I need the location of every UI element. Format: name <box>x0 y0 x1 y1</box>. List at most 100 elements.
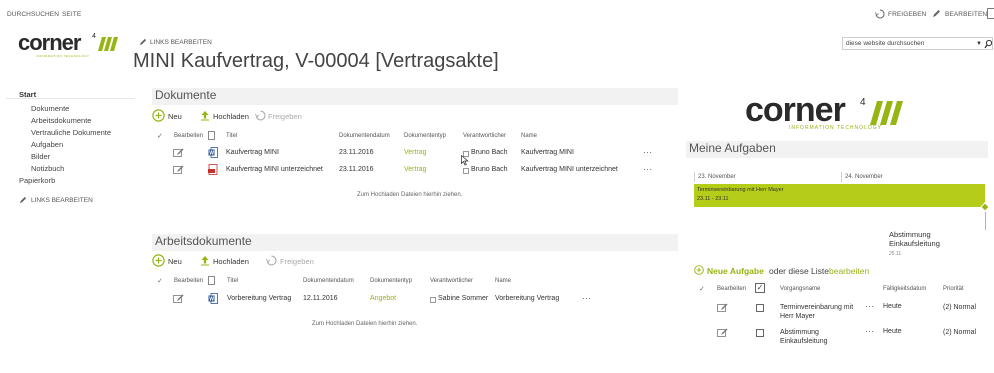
col-header-title[interactable]: Titel <box>226 133 237 139</box>
edit-item-icon[interactable] <box>173 165 184 175</box>
nav-item-papierkorb[interactable]: Papierkorb <box>19 176 55 185</box>
webpart-title[interactable]: Dokumente <box>155 88 216 102</box>
or-list-text: oder diese Liste <box>769 266 830 276</box>
page-tab[interactable]: SEITE <box>62 11 81 18</box>
site-logo[interactable]: corner 4 INFORMATION TECHNOLOGY <box>18 30 123 63</box>
add-icon[interactable] <box>152 254 165 267</box>
col-header-date[interactable]: Dokumentendatum <box>339 133 390 139</box>
new-document-button[interactable]: Neu <box>168 257 182 266</box>
webpart-title[interactable]: Arbeitsdokumente <box>155 234 252 248</box>
pencil-icon <box>139 38 147 48</box>
col-header-edit[interactable]: Bearbeiten <box>174 133 203 139</box>
share-document-button[interactable]: Freigeben <box>280 257 314 266</box>
presence-indicator[interactable] <box>463 168 469 174</box>
item-menu-button[interactable]: ··· <box>865 302 875 311</box>
col-header-type[interactable]: Dokumententyp <box>370 278 412 284</box>
upload-button[interactable]: Hochladen <box>213 112 249 121</box>
search-box[interactable]: diese website durchsuchen ▼ <box>842 37 993 50</box>
col-header-edit[interactable]: Bearbeiten <box>717 286 746 292</box>
edit-item-icon[interactable] <box>717 303 728 313</box>
file-type-icon[interactable] <box>208 131 215 140</box>
svg-text:W: W <box>209 297 214 303</box>
task-name-link[interactable]: Abstimmung Einkaufsleitung <box>780 328 860 346</box>
edit-item-icon[interactable] <box>173 294 184 304</box>
add-icon[interactable] <box>152 109 165 122</box>
nav-item-vertrauliche-dokumente[interactable]: Vertrauliche Dokumente <box>31 128 111 137</box>
item-menu-button[interactable]: ··· <box>582 294 592 303</box>
webpart-header-arbeitsdokumente: Arbeitsdokumente <box>152 234 678 251</box>
col-header-task-name[interactable]: Vorgangsname <box>780 286 820 292</box>
upload-button[interactable]: Hochladen <box>213 257 249 266</box>
task-name-link[interactable]: Terminvereinbarung mit Herr Mayer <box>780 303 860 321</box>
col-header-name[interactable]: Name <box>495 278 511 284</box>
document-title-link[interactable]: Vorbereitung Vertrag <box>227 295 291 302</box>
col-header-owner[interactable]: Verantwortlicher <box>463 133 506 139</box>
pdf-document-icon <box>208 164 218 175</box>
col-header-owner[interactable]: Verantwortlicher <box>430 278 473 284</box>
new-task-link[interactable]: Neue Aufgabe <box>707 266 764 276</box>
document-date: 23.11.2016 <box>339 166 374 173</box>
select-all-checkmark-icon[interactable]: ✓ <box>157 277 163 285</box>
col-header-date[interactable]: Dokumentendatum <box>303 278 354 284</box>
new-document-button[interactable]: Neu <box>168 112 182 121</box>
search-scope-dropdown-icon[interactable]: ▼ <box>976 41 982 47</box>
document-title-link[interactable]: Kaufvertrag MINI <box>226 149 279 156</box>
nav-item-dokumente[interactable]: Dokumente <box>31 104 69 113</box>
task-complete-checkbox[interactable] <box>756 329 764 337</box>
edit-item-icon[interactable] <box>173 148 184 158</box>
edit-list-link[interactable]: bearbeiten <box>829 266 869 276</box>
task-priority: (2) Normal <box>943 304 977 311</box>
document-owner[interactable]: Bruno Bach <box>471 149 508 156</box>
file-type-icon[interactable] <box>208 276 215 285</box>
task-complete-checkbox[interactable] <box>756 304 764 312</box>
col-header-title[interactable]: Titel <box>227 278 238 284</box>
complete-column-checkbox[interactable]: ✓ <box>755 283 765 293</box>
edit-button[interactable]: BEARBEITEN <box>945 11 987 18</box>
browse-tab[interactable]: DURCHSUCHEN <box>7 11 59 18</box>
mouse-cursor-icon <box>461 155 469 166</box>
col-header-priority[interactable]: Priorität <box>943 286 964 292</box>
webpart-title[interactable]: Meine Aufgaben <box>689 141 776 155</box>
add-icon[interactable] <box>694 265 704 275</box>
upload-icon[interactable] <box>200 110 210 121</box>
nav-edit-links[interactable]: LINKS BEARBEITEN <box>31 197 93 204</box>
document-title-link[interactable]: Kaufvertrag MINI unterzeichnet <box>226 166 323 173</box>
timeline-task-below-date: 25.11 <box>889 251 902 257</box>
presence-indicator[interactable] <box>430 297 436 303</box>
share-document-button[interactable]: Freigeben <box>268 112 302 121</box>
upload-icon[interactable] <box>200 255 210 266</box>
document-name: Kaufvertrag MINI <box>521 149 574 156</box>
col-header-due-date[interactable]: Fälligkeitsdatum <box>883 286 926 292</box>
share-button[interactable]: FREIGEBEN <box>888 11 926 18</box>
col-header-name[interactable]: Name <box>521 133 537 139</box>
nav-item-arbeitsdokumente[interactable]: Arbeitsdokumente <box>31 116 91 125</box>
edit-links-top[interactable]: LINKS BEARBEITEN <box>150 39 212 46</box>
nav-item-notizbuch[interactable]: Notizbuch <box>31 164 64 173</box>
item-menu-button[interactable]: ··· <box>643 148 653 157</box>
search-input[interactable]: diese website durchsuchen <box>846 40 924 47</box>
col-header-type[interactable]: Dokumententyp <box>404 133 446 139</box>
document-type: Vertrag <box>404 166 427 173</box>
col-header-edit[interactable]: Bearbeiten <box>174 278 203 284</box>
timeline-task-bar[interactable]: Terminvereinbarung mit Herr Mayer 23.11 … <box>694 184 985 207</box>
suite-bar: DURCHSUCHEN SEITE FREIGEBEN BEARBEITEN <box>0 0 994 30</box>
nav-item-bilder[interactable]: Bilder <box>31 152 50 161</box>
select-all-checkmark-icon[interactable]: ✓ <box>157 132 163 140</box>
page-title: MINI Kaufvertrag, V-00004 [Vertragsakte] <box>133 50 499 72</box>
item-menu-button[interactable]: ··· <box>643 165 653 174</box>
search-icon[interactable] <box>984 39 993 49</box>
share-icon <box>875 9 885 21</box>
timeline-tick <box>694 172 695 182</box>
document-owner[interactable]: Sabine Sommer <box>438 295 488 302</box>
item-menu-button[interactable]: ··· <box>865 327 875 336</box>
timeline-task-below-title[interactable]: Abstimmung Einkaufsleitung <box>889 230 969 248</box>
document-name: Kaufvertrag MINI unterzeichnet <box>521 166 618 173</box>
drop-zone-hint[interactable]: Zum Hochladen Dateien hierhin ziehen. <box>312 321 417 327</box>
document-owner[interactable]: Bruno Bach <box>471 166 508 173</box>
nav-item-aufgaben[interactable]: Aufgaben <box>31 140 63 149</box>
edit-item-icon[interactable] <box>717 328 728 338</box>
milestone-diamond-icon[interactable] <box>980 202 990 212</box>
drop-zone-hint[interactable]: Zum Hochladen Dateien hierhin ziehen. <box>357 192 462 198</box>
focus-icon[interactable] <box>987 8 994 19</box>
select-all-checkmark-icon[interactable]: ✓ <box>699 285 705 293</box>
